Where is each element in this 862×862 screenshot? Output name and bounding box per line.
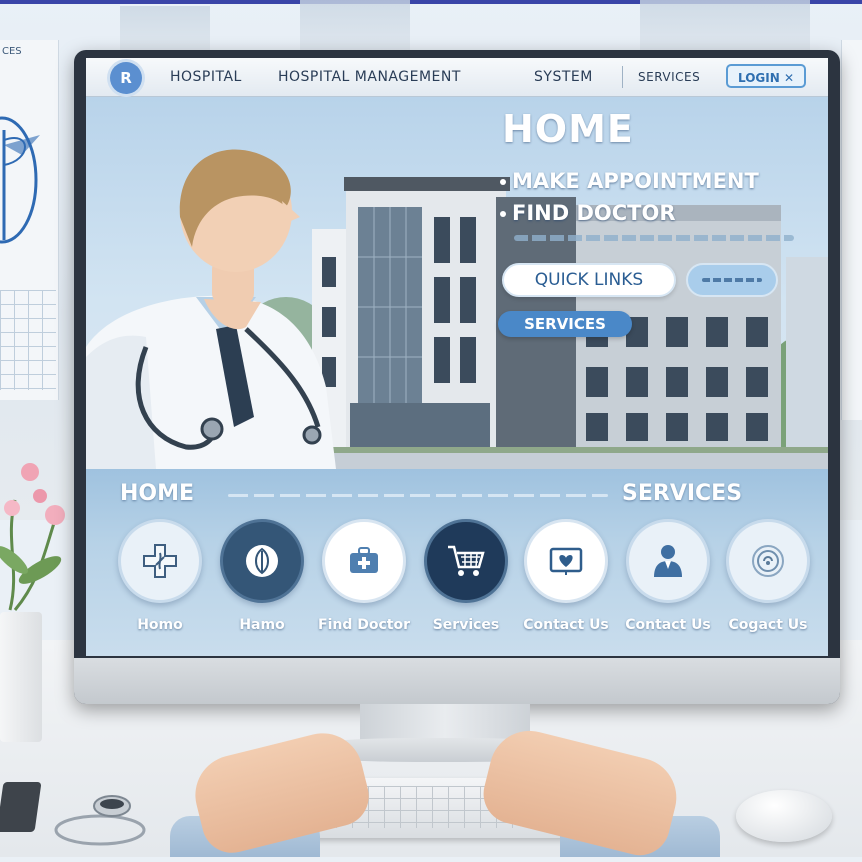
nav-tile-label: Homo <box>137 617 183 633</box>
nav-tile-label: Contact Us <box>625 617 711 633</box>
mouse <box>736 790 832 842</box>
home-heading: HOME <box>120 481 195 506</box>
find-doctor-link[interactable]: FIND DOCTOR <box>500 201 676 225</box>
site-title: HOSPITAL MANAGEMENT <box>278 69 461 85</box>
doctor-icon <box>626 519 710 603</box>
quick-links-button[interactable]: QUICK LINKS <box>502 263 676 297</box>
secondary-pill-button[interactable] <box>686 263 778 297</box>
quick-access-section: HOME SERVICES Homo Hamo Find Doctor Serv… <box>86 469 828 656</box>
plus-icon <box>118 519 202 603</box>
website-screen: R HOSPITAL HOSPITAL MANAGEMENT SYSTEM SE… <box>86 58 828 656</box>
nav-tile-label: Hamo <box>239 617 285 633</box>
nav-tile-cogact-us[interactable]: Cogact Us <box>718 519 818 633</box>
section-divider <box>228 494 608 497</box>
leaf-icon <box>220 519 304 603</box>
make-appointment-label: MAKE APPOINTMENT <box>512 169 759 193</box>
nav-services-link[interactable]: SERVICES <box>638 70 700 84</box>
nav-tile-hamo[interactable]: Hamo <box>212 519 312 633</box>
nav-tile-label: Cogact Us <box>728 617 808 633</box>
flower-plant-icon <box>0 463 65 611</box>
medical-kit-icon <box>322 519 406 603</box>
fingerprint-icon <box>726 519 810 603</box>
brand-link[interactable]: HOSPITAL <box>170 69 242 85</box>
nav-tile-home[interactable]: Homo <box>110 519 210 633</box>
nav-tile-label: Find Doctor <box>318 617 410 633</box>
nav-tile-label: Services <box>432 617 500 633</box>
services-button[interactable]: SERVICES <box>498 311 632 337</box>
cart-icon <box>424 519 508 603</box>
find-doctor-label: FIND DOCTOR <box>512 201 676 225</box>
nav-tile-contact-us[interactable]: Contact Us <box>516 519 616 633</box>
caduceus-icon <box>0 116 40 244</box>
hero-fine-print <box>514 235 794 241</box>
make-appointment-link[interactable]: MAKE APPOINTMENT <box>500 169 759 193</box>
nav-tile-find-doctor[interactable]: Find Doctor <box>314 519 414 633</box>
nav-tile-services[interactable]: Services <box>416 519 516 633</box>
hero-title: HOME <box>502 107 634 151</box>
wall-poster-right <box>841 40 862 420</box>
nav-tile-contact-us-2[interactable]: Contact Us <box>618 519 718 633</box>
unreadable-label <box>702 278 762 282</box>
poster-text: CES <box>2 46 22 57</box>
bullet-icon <box>500 179 506 185</box>
wall-poster: CES <box>0 40 59 400</box>
background-building <box>300 0 410 50</box>
phone-on-desk <box>0 782 42 832</box>
login-button[interactable]: LOGIN ✕ <box>726 64 806 88</box>
site-subtitle: SYSTEM <box>534 69 593 85</box>
bullet-icon <box>500 211 506 217</box>
background-building <box>120 6 210 50</box>
poster-grid <box>0 290 56 390</box>
hero-section: HOME MAKE APPOINTMENT FIND DOCTOR QUICK … <box>86 97 828 469</box>
nav-tile-label: Contact Us <box>523 617 609 633</box>
heart-monitor-icon <box>524 519 608 603</box>
monitor-chin <box>74 658 840 704</box>
background-building <box>640 0 810 50</box>
site-header: R HOSPITAL HOSPITAL MANAGEMENT SYSTEM SE… <box>86 58 828 97</box>
header-divider <box>622 66 623 88</box>
plant-pot <box>0 612 42 742</box>
services-heading: SERVICES <box>622 481 743 506</box>
stethoscope-icon <box>54 795 146 846</box>
logo-icon[interactable]: R <box>110 62 142 94</box>
